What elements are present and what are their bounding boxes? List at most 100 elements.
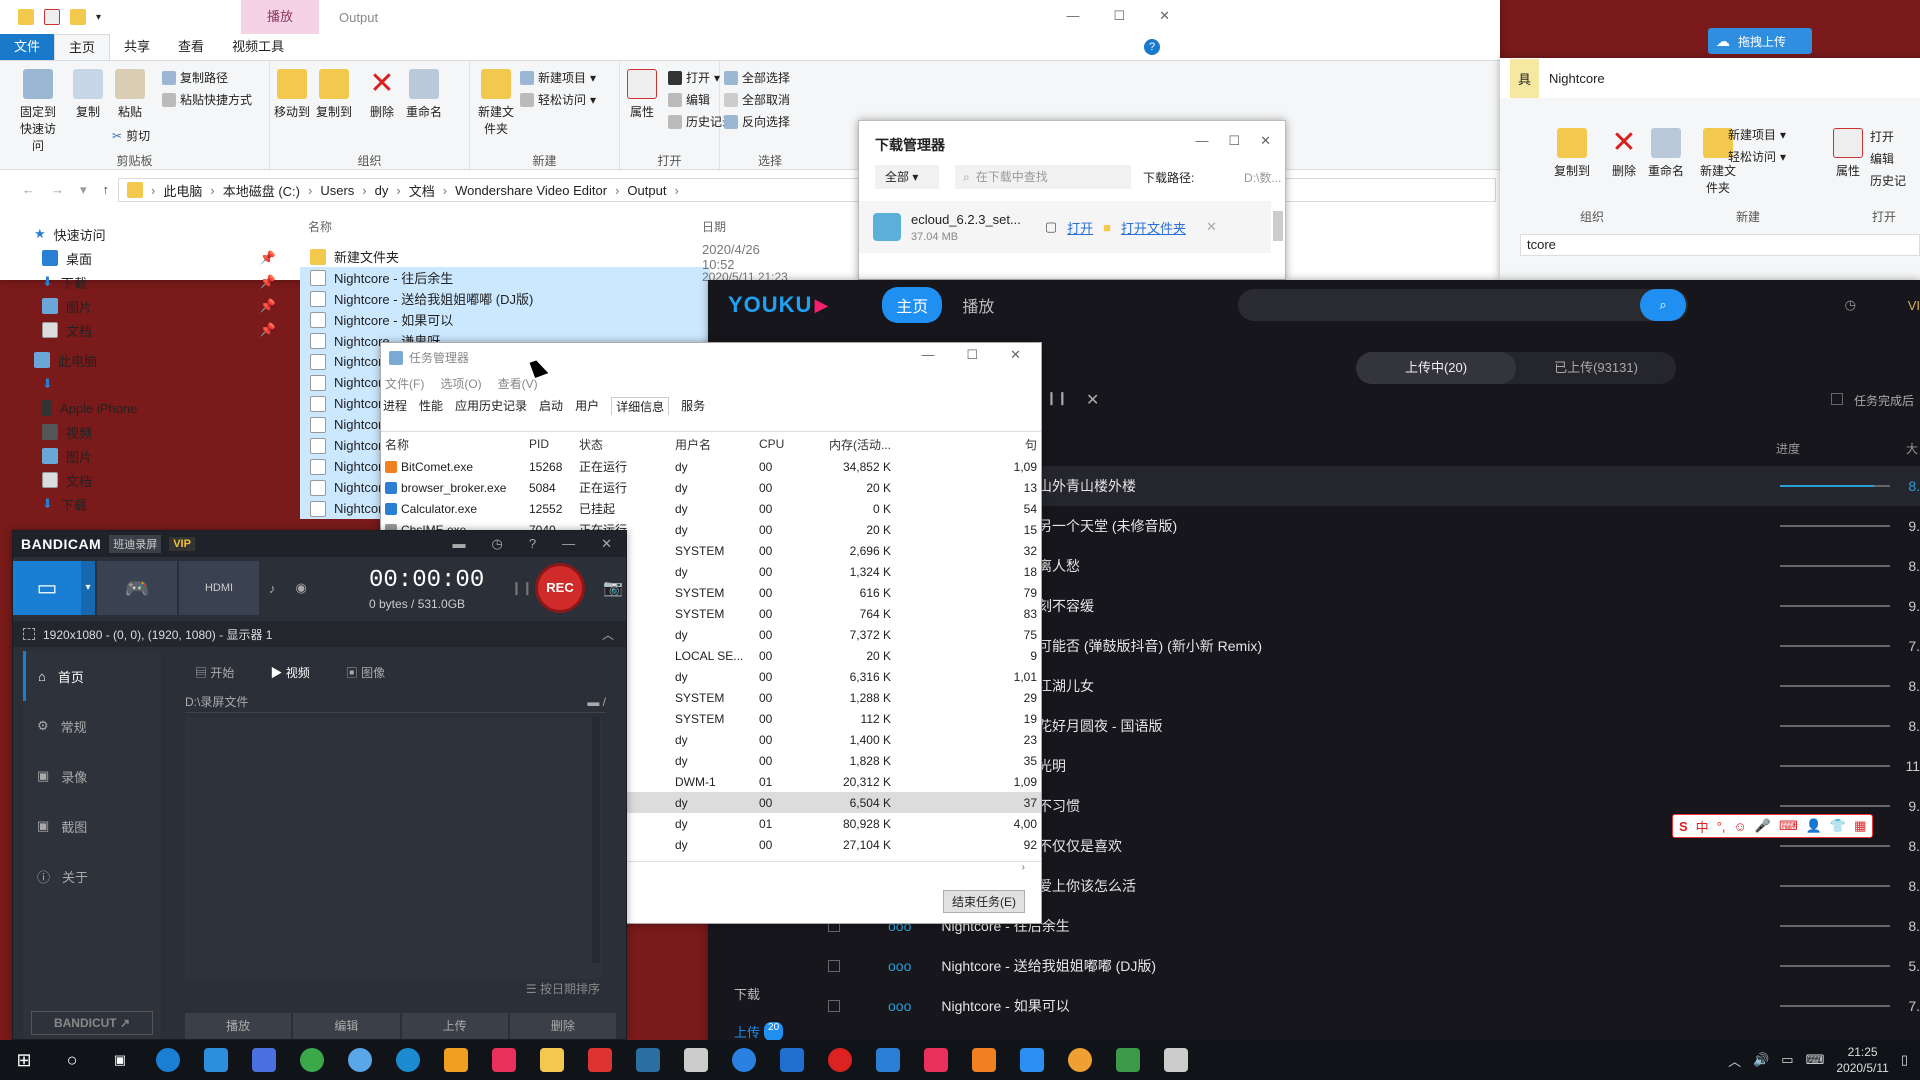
column-header-status[interactable]: 状态 (575, 432, 671, 456)
recent-dropdown-icon[interactable]: ▾ (80, 182, 87, 198)
close-button[interactable]: ✕ (601, 536, 612, 552)
select-all-button[interactable]: 全部选择 (724, 69, 790, 86)
tab-users[interactable]: 用户 (575, 397, 599, 415)
breadcrumb-item[interactable]: 文档 (409, 181, 435, 200)
tab-app-history[interactable]: 应用历史记录 (455, 397, 527, 415)
contextual-tab-play[interactable]: 播放 (241, 0, 320, 34)
ccleaner-icon[interactable] (384, 1040, 432, 1080)
upload-row[interactable]: 可能否 (弹鼓版抖音) (新小新 Remix) 7. (1038, 626, 1920, 666)
pause-all-icon[interactable]: ❙❙ (1046, 390, 1068, 406)
maximize-button[interactable]: ☐ (966, 347, 978, 363)
folder-icon[interactable]: ▬ (453, 536, 466, 552)
pin-quick-access-button[interactable]: 固定到快速访问 (16, 69, 60, 154)
tray-expand-icon[interactable]: ︿ (1728, 1051, 1741, 1070)
app-icon[interactable] (720, 1040, 768, 1080)
menu-home[interactable]: ⌂ 首页 (23, 651, 161, 701)
row-checkbox[interactable] (828, 1000, 840, 1012)
copy-path-button[interactable]: 复制路径 (162, 69, 228, 86)
maximize-button[interactable]: ☐ (1113, 8, 1125, 24)
file-row[interactable]: Nightcore - 如果可以 (300, 309, 710, 330)
play-button[interactable]: 播放 (185, 1013, 292, 1039)
tab-video[interactable]: ▶ 视频 (270, 664, 309, 681)
tab-details[interactable]: 详细信息 (611, 397, 670, 415)
clock-icon[interactable]: ◷ (492, 536, 503, 552)
mode-dropdown-icon[interactable]: ▾ (81, 561, 95, 615)
download-path-value[interactable]: D:\数... (1244, 169, 1281, 186)
youku-app-icon[interactable] (912, 1040, 960, 1080)
file-explorer-icon[interactable] (528, 1040, 576, 1080)
breadcrumb-item[interactable]: 此电脑 (163, 181, 202, 200)
screen-mode-button[interactable]: ▭ (13, 561, 81, 615)
open-button[interactable]: 打开 ▾ (668, 69, 720, 86)
app-icon[interactable] (1152, 1040, 1200, 1080)
copy-button[interactable]: 复制 (66, 69, 110, 120)
select-none-button[interactable]: 全部取消 (724, 91, 790, 108)
minimize-button[interactable]: — (921, 347, 934, 363)
tab-uploading[interactable]: 上传中(20) (1356, 352, 1516, 384)
minimize-button[interactable]: — (1066, 8, 1079, 24)
contextual-tab-tools[interactable]: 具 (1510, 58, 1540, 98)
edit-button[interactable]: 编辑 (668, 91, 710, 108)
process-row[interactable]: Calculator.exe 12552 已挂起 dy 00 0 K 54 (381, 498, 1041, 519)
cut-button[interactable]: ✂ 剪切 (112, 127, 150, 144)
search-circle-icon[interactable]: ○ (48, 1040, 96, 1080)
nav-videos[interactable]: 视频 (0, 420, 290, 444)
nav-pictures[interactable]: 图片 📌 (0, 294, 290, 318)
column-header-memory[interactable]: 内存(活动... (795, 432, 895, 456)
sort-by-date-button[interactable]: ☰ 按日期排序 (526, 980, 600, 997)
task-complete-checkbox[interactable] (1831, 393, 1843, 405)
media-player-icon[interactable] (432, 1040, 480, 1080)
paste-shortcut-button[interactable]: 粘贴快捷方式 (162, 91, 252, 108)
windows-start-icon[interactable]: ⊞ (0, 1040, 48, 1080)
column-header-name[interactable]: 名称 (308, 218, 332, 235)
tab-services[interactable]: 服务 (681, 397, 705, 415)
copy-to-button[interactable]: 复制到 (1550, 128, 1594, 179)
new-item-button[interactable]: 新建项目 ▾ (520, 69, 596, 86)
new-folder-quick-icon[interactable] (70, 9, 86, 25)
properties-quick-icon[interactable] (44, 9, 60, 25)
nav-desktop[interactable]: 桌面 📌 (0, 246, 290, 270)
drag-upload-button[interactable]: ☁ 拖拽上传 (1708, 28, 1812, 54)
nav-this-pc[interactable]: 此电脑 (0, 348, 290, 372)
breadcrumb-item[interactable]: dy (375, 183, 389, 198)
tab-share[interactable]: 共享 (110, 34, 164, 60)
edit-button[interactable]: 编辑 (293, 1013, 400, 1039)
webcam-icon[interactable]: ◉ (296, 580, 307, 596)
app-icon[interactable] (1104, 1040, 1152, 1080)
app-icon[interactable] (864, 1040, 912, 1080)
copy-to-button[interactable]: 复制到 (312, 69, 356, 120)
tab-performance[interactable]: 性能 (419, 397, 443, 415)
pause-button[interactable]: ❙❙ (511, 580, 533, 596)
upload-row[interactable]: 另一个天堂 (未修音版) 9. (1038, 506, 1920, 546)
rename-button[interactable]: 重命名 (402, 69, 446, 120)
upload-row[interactable]: 江湖儿女 8. (1038, 666, 1920, 706)
tab-file[interactable]: 文件 (0, 34, 55, 60)
vip-icon[interactable]: VI (1908, 298, 1920, 313)
clock[interactable]: 21:25 2020/5/11 (1836, 1044, 1889, 1076)
menu-screenshot[interactable]: ▣ 截图 (23, 801, 161, 851)
column-header-cpu[interactable]: CPU (755, 432, 795, 456)
paste-button[interactable]: 粘贴 (108, 69, 152, 120)
nav-downloads-2[interactable]: ⬇ 下载 (0, 492, 290, 516)
app-icon[interactable] (1056, 1040, 1104, 1080)
task-view-icon[interactable]: ▣ (96, 1040, 144, 1080)
upload-row[interactable]: 光明 11 (1038, 746, 1920, 786)
open-folder-link[interactable]: 打开文件夹 (1121, 218, 1186, 237)
snipping-icon[interactable] (624, 1040, 672, 1080)
nav-play-tab[interactable]: 播放 (962, 293, 994, 317)
speaker-icon[interactable]: ♪ (269, 581, 276, 596)
up-arrow-icon[interactable]: ↑ (103, 182, 110, 198)
help-icon[interactable]: ? (529, 536, 536, 552)
app-icon[interactable] (240, 1040, 288, 1080)
minimize-button[interactable]: — (1195, 133, 1208, 149)
new-folder-button[interactable]: 新建文件夹 (474, 69, 518, 137)
app-icon[interactable] (576, 1040, 624, 1080)
column-header-handles[interactable]: 句 (895, 432, 1041, 456)
more-options-icon[interactable]: ooo (888, 998, 911, 1014)
edit-button[interactable]: 编辑 (1870, 150, 1894, 167)
upload-row[interactable]: 离人愁 8. (1038, 546, 1920, 586)
scrollbar[interactable] (592, 717, 600, 963)
upload-row[interactable]: ooo Nightcore - 如果可以 7. (828, 986, 1920, 1026)
sidebar-upload[interactable]: 上传 20 (734, 1022, 784, 1041)
bandicut-button[interactable]: BANDICUT ↗ (31, 1011, 153, 1035)
